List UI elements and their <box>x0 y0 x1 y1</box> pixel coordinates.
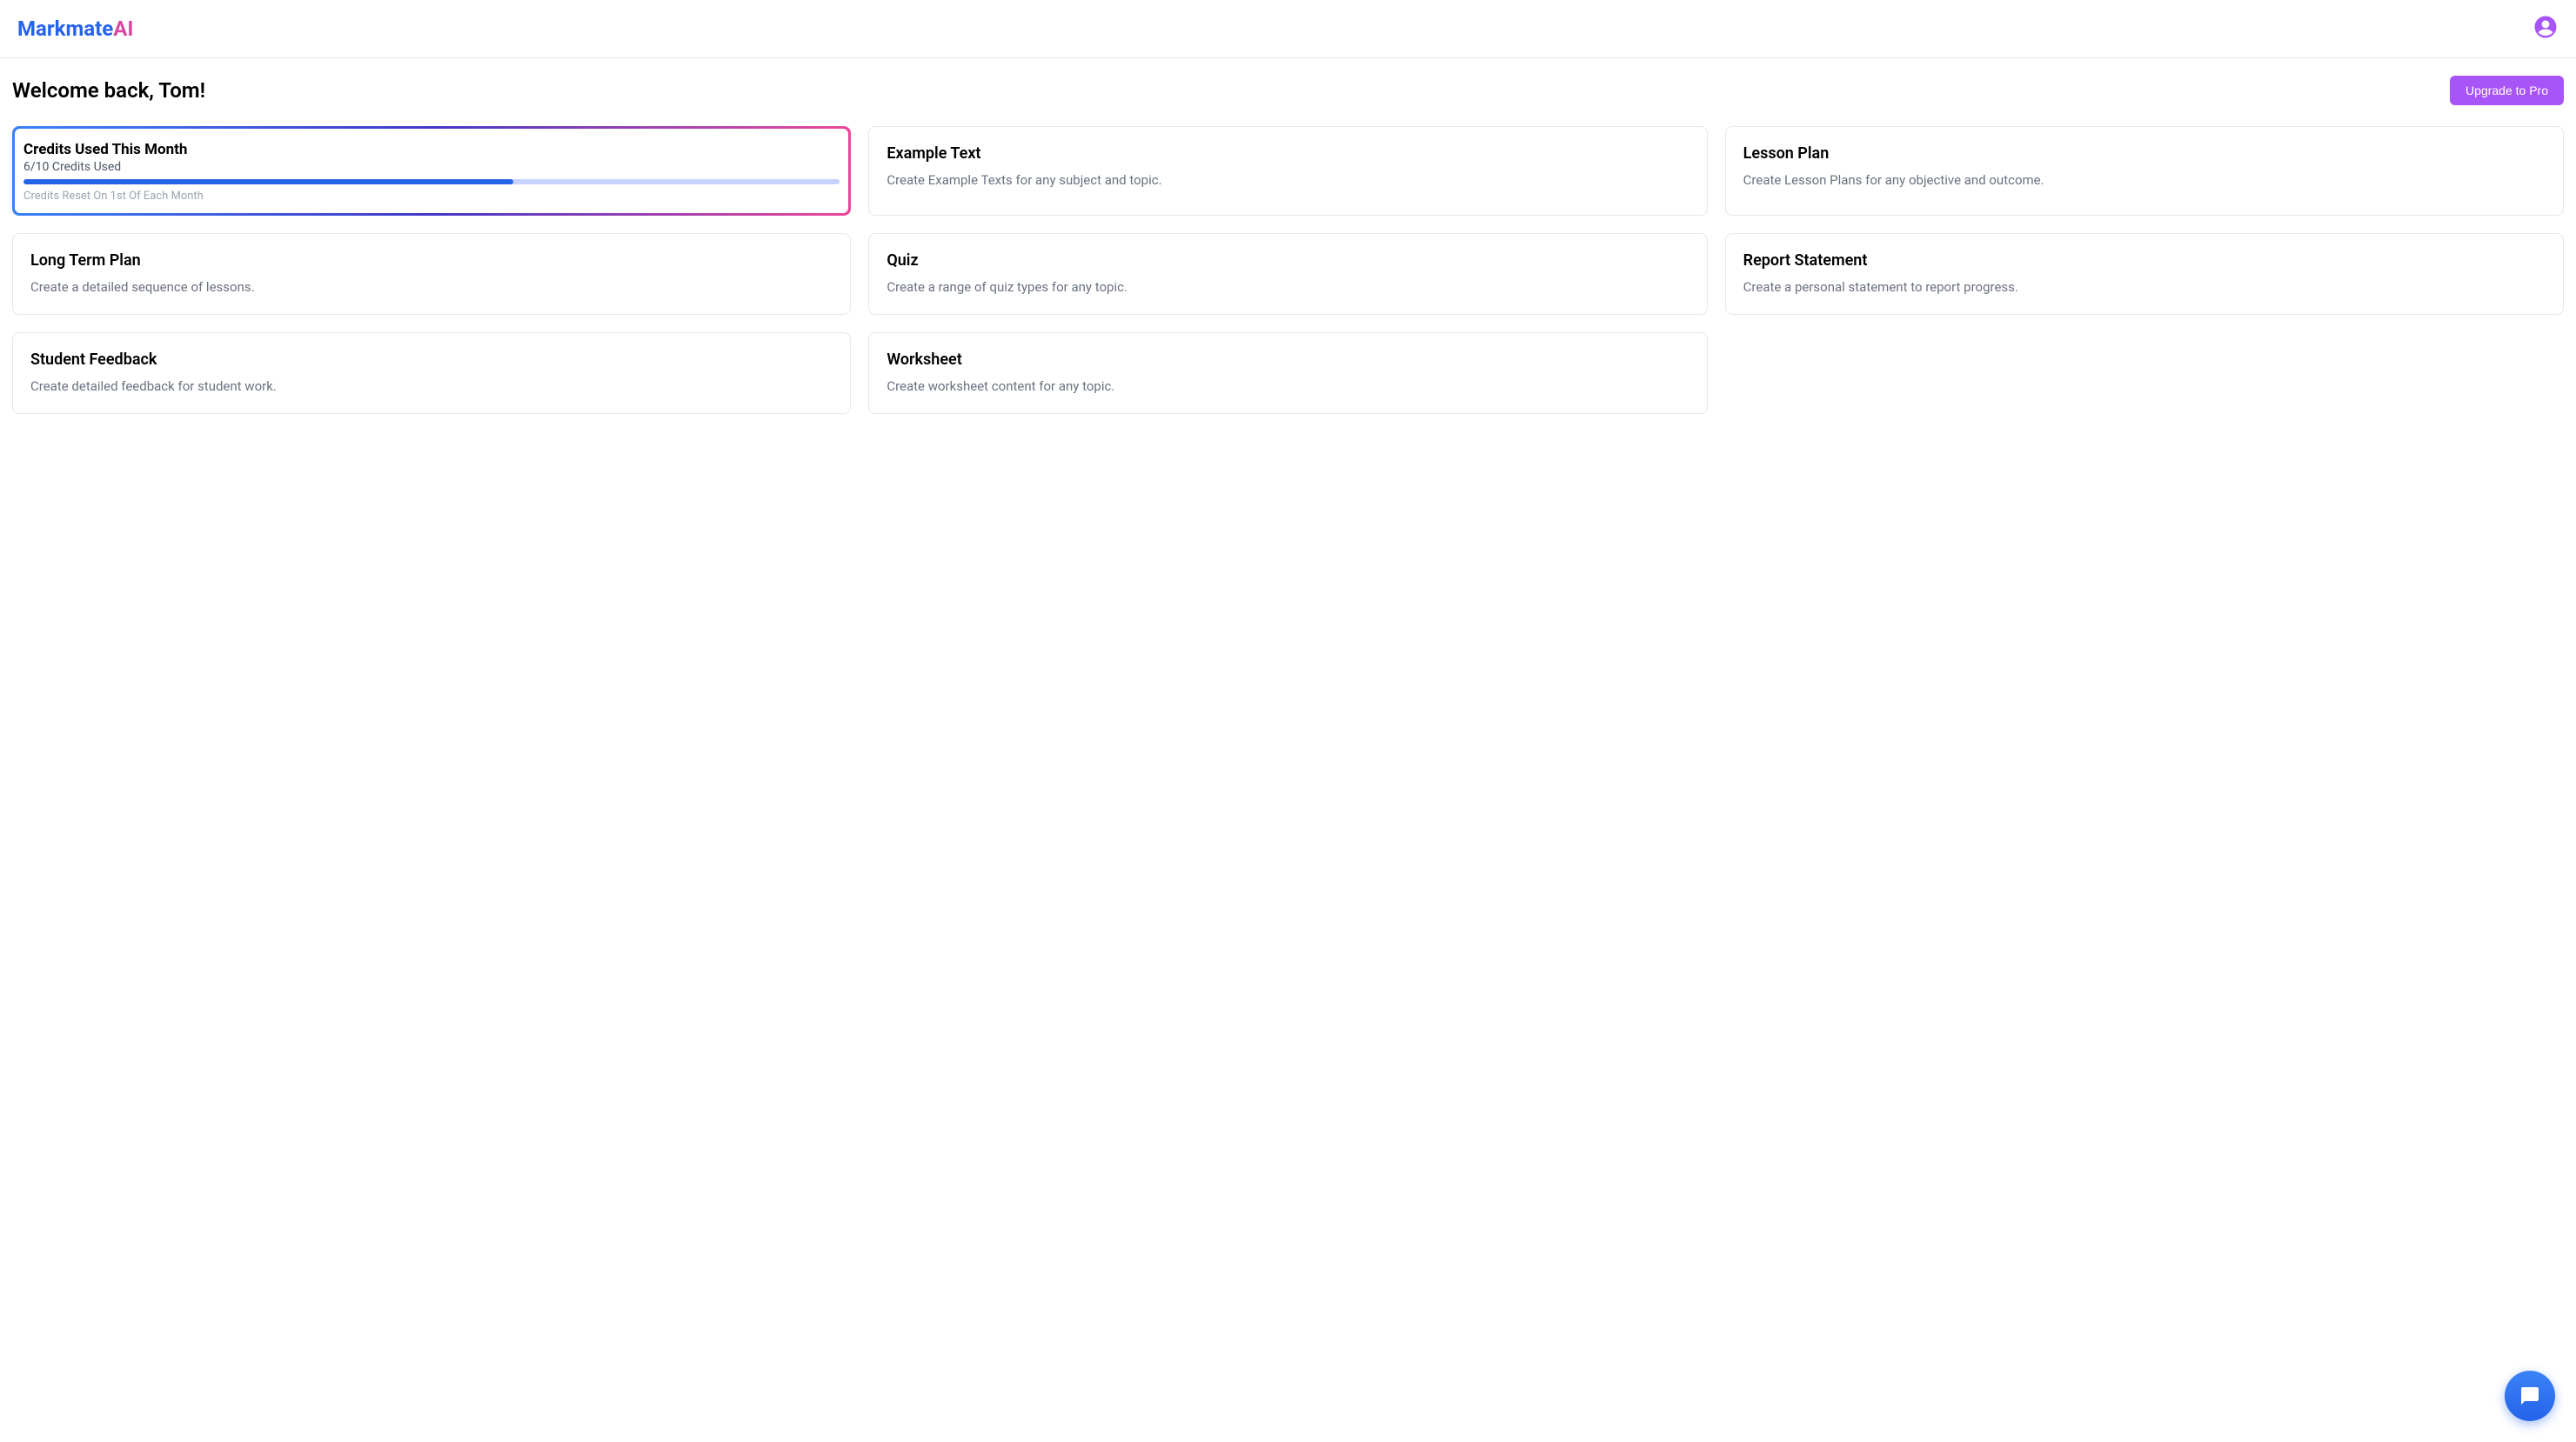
card-title: Quiz <box>887 251 1689 270</box>
card-title: Worksheet <box>887 350 1689 369</box>
progress-bar <box>23 179 840 184</box>
card-long-term-plan[interactable]: Long Term Plan Create a detailed sequenc… <box>12 233 851 315</box>
page-header: MarkmateAI <box>0 0 2576 58</box>
card-desc: Create a detailed sequence of lessons. <box>30 278 833 297</box>
card-title: Report Statement <box>1743 251 2546 270</box>
card-grid: Credits Used This Month 6/10 Credits Use… <box>12 126 2564 414</box>
logo[interactable]: MarkmateAI <box>17 17 133 41</box>
card-title: Example Text <box>887 144 1689 163</box>
credits-card: Credits Used This Month 6/10 Credits Use… <box>12 126 851 216</box>
card-student-feedback[interactable]: Student Feedback Create detailed feedbac… <box>12 332 851 414</box>
credits-inner: Credits Used This Month 6/10 Credits Use… <box>15 129 848 213</box>
card-desc: Create a range of quiz types for any top… <box>887 278 1689 297</box>
top-bar: Welcome back, Tom! Upgrade to Pro <box>12 76 2564 105</box>
card-desc: Create Example Texts for any subject and… <box>887 171 1689 190</box>
chat-icon <box>2519 1385 2540 1406</box>
card-desc: Create detailed feedback for student wor… <box>30 377 833 396</box>
card-desc: Create Lesson Plans for any objective an… <box>1743 171 2546 190</box>
logo-text-markmate: Markmate <box>17 17 113 41</box>
card-desc: Create a personal statement to report pr… <box>1743 278 2546 297</box>
progress-bar-fill <box>23 179 513 184</box>
avatar[interactable] <box>2533 14 2559 43</box>
card-report-statement[interactable]: Report Statement Create a personal state… <box>1725 233 2564 315</box>
user-circle-icon <box>2533 14 2559 40</box>
card-title: Student Feedback <box>30 350 833 369</box>
card-quiz[interactable]: Quiz Create a range of quiz types for an… <box>868 233 1707 315</box>
credits-reset-text: Credits Reset On 1st Of Each Month <box>23 190 840 203</box>
logo-text-ai: AI <box>113 17 133 41</box>
main-content: Welcome back, Tom! Upgrade to Pro Credit… <box>0 58 2576 431</box>
welcome-heading: Welcome back, Tom! <box>12 78 205 103</box>
upgrade-button[interactable]: Upgrade to Pro <box>2450 76 2564 105</box>
card-desc: Create worksheet content for any topic. <box>887 377 1689 396</box>
card-example-text[interactable]: Example Text Create Example Texts for an… <box>868 126 1707 216</box>
chat-button[interactable] <box>2505 1371 2555 1421</box>
credits-title: Credits Used This Month <box>23 141 840 158</box>
card-title: Lesson Plan <box>1743 144 2546 163</box>
card-worksheet[interactable]: Worksheet Create worksheet content for a… <box>868 332 1707 414</box>
card-lesson-plan[interactable]: Lesson Plan Create Lesson Plans for any … <box>1725 126 2564 216</box>
credits-used-text: 6/10 Credits Used <box>23 160 840 174</box>
card-title: Long Term Plan <box>30 251 833 270</box>
